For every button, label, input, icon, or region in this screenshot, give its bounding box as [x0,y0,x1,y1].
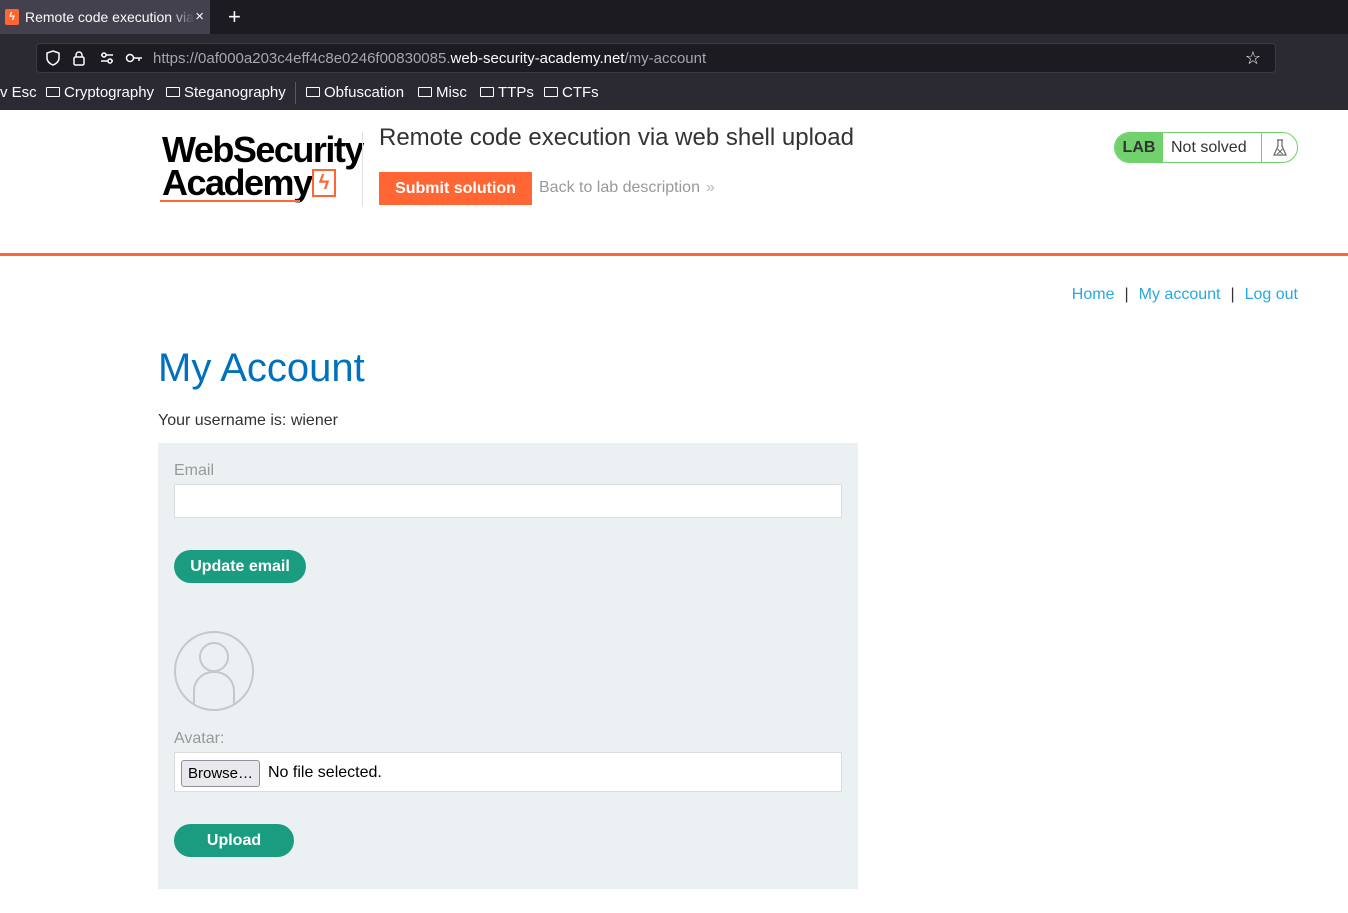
tab-title: Remote code execution via web shell uplo… [25,9,195,25]
lightning-bolt-icon: ϟ [312,169,336,197]
nav-separator: | [1124,286,1129,303]
key-icon[interactable] [125,50,143,70]
nav-separator: | [1230,286,1235,303]
username-text: Your username is: wiener [158,412,338,429]
avatar-body [193,671,235,709]
bookmark-folder-misc[interactable]: Misc [418,84,467,101]
close-tab-icon[interactable]: × [195,8,204,25]
avatar-label: Avatar: [174,730,225,747]
back-to-lab-description-link[interactable]: Back to lab description » [539,179,715,197]
folder-icon [544,87,558,97]
lab-badge-tag: LAB [1115,133,1163,162]
logo-underline [160,200,300,202]
web-security-academy-logo[interactable]: WebSecurity Academy ϟ [160,132,364,207]
nav-my-account-link[interactable]: My account [1139,286,1221,303]
browse-button[interactable]: Browse… [181,760,261,787]
burp-favicon-icon: ϟ [5,9,19,25]
folder-icon [46,87,60,97]
bookmark-folder-ttps[interactable]: TTPs [480,84,534,101]
avatar-placeholder-icon [174,631,254,711]
shield-icon[interactable] [45,50,61,70]
account-panel: Email Update email Avatar: Browse… No fi… [158,443,858,889]
url-bar[interactable]: https://0af000a203c4eff4c8e0246f00830085… [36,43,1276,73]
update-email-button[interactable]: Update email [174,550,306,583]
avatar-file-input[interactable]: Browse… No file selected. [174,752,842,792]
lab-title: Remote code execution via web shell uplo… [379,124,854,151]
nav-log-out-link[interactable]: Log out [1245,286,1298,303]
permissions-icon[interactable] [99,50,115,70]
lab-status-badge: LAB Not solved [1114,132,1298,163]
bookmarks-separator [295,82,296,104]
bookmark-folder-ctfs[interactable]: CTFs [544,84,599,101]
email-input[interactable] [174,484,842,518]
bookmark-folder-cryptography[interactable]: Cryptography [46,84,154,101]
file-status-text: No file selected. [268,764,382,781]
folder-icon [306,87,320,97]
bookmark-folder-steganography[interactable]: Steganography [166,84,286,101]
flask-icon [1261,133,1297,162]
folder-icon [480,87,494,97]
url-text[interactable]: https://0af000a203c4eff4c8e0246f00830085… [153,50,706,67]
folder-icon [418,87,432,97]
browser-tab-bar: ϟ Remote code execution via web shell up… [0,0,1348,34]
new-tab-button[interactable]: + [228,4,241,30]
lab-header: WebSecurity Academy ϟ Remote code execut… [0,110,1348,256]
bookmark-label: Misc [436,84,467,101]
browser-tab-active[interactable]: ϟ Remote code execution via web shell up… [0,0,210,34]
lab-badge-status: Not solved [1171,139,1247,156]
header-divider [362,132,363,206]
back-link-label: Back to lab description [539,179,700,196]
account-nav: Home | My account | Log out [1072,286,1298,304]
logo-line2: Academy [162,162,313,203]
bookmark-item[interactable]: v Esc [0,84,37,101]
bookmark-label: v Esc [0,84,37,101]
url-host: web-security-academy.net [450,50,625,67]
bookmark-star-icon[interactable]: ☆ [1245,48,1261,69]
bookmark-label: TTPs [498,84,534,101]
folder-icon [166,87,180,97]
email-label: Email [174,462,215,479]
upload-button[interactable]: Upload [174,824,294,857]
lock-icon[interactable] [71,50,87,70]
bookmark-label: Steganography [184,84,286,101]
bookmark-label: CTFs [562,84,599,101]
bookmark-label: Obfuscation [324,84,405,101]
bookmarks-bar: v Esc Cryptography Steganography Obfusca… [0,76,1348,110]
bookmark-folder-obfuscation[interactable]: Obfuscation [306,84,404,101]
bookmark-label: Cryptography [64,84,155,101]
url-path: /my-account [624,50,707,67]
avatar-head [199,642,229,672]
double-chevron-right-icon: » [705,179,715,196]
page-title: My Account [158,346,365,390]
submit-solution-button[interactable]: Submit solution [379,172,532,205]
nav-home-link[interactable]: Home [1072,286,1115,303]
url-prefix: https://0af000a203c4eff4c8e0246f00830085… [153,50,451,67]
